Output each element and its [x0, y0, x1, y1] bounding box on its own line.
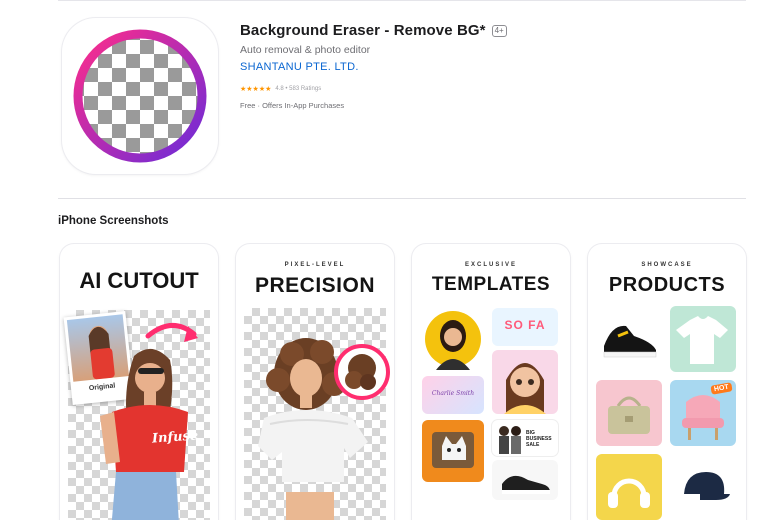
age-rating-badge: 4+	[491, 24, 507, 37]
product-tile-tshirt	[670, 306, 736, 372]
template-tile-sneaker	[492, 460, 558, 500]
screenshot-headline: PRODUCTS	[608, 274, 726, 296]
screenshot-kicker: EXCLUSIVE	[464, 262, 517, 268]
checkerboard-ring-icon	[73, 29, 207, 163]
app-subtitle: Auto removal & photo editor	[240, 44, 371, 56]
screenshot-headline: TEMPLATES	[431, 274, 551, 295]
template-tile-cat	[422, 420, 484, 482]
zoom-loupe	[334, 344, 390, 400]
shirt-text: Infuse	[151, 428, 199, 447]
section-divider	[58, 198, 746, 199]
product-tile-cap	[670, 454, 736, 520]
rating-row: ★★★★★ 4.8 • 583 Ratings	[240, 85, 507, 93]
screenshot-headline: PRECISION	[254, 274, 376, 297]
template-tile-business: BIG BUSINESS SALE	[492, 420, 558, 456]
screenshot-kicker: PIXEL-LEVEL	[284, 262, 346, 268]
screenshots-section-title: iPhone Screenshots	[58, 215, 169, 227]
template-label-card: Charlie Smith	[431, 390, 475, 397]
rating-stars-icon: ★★★★★	[240, 86, 272, 93]
screenshot-kicker: SHOWCASE	[641, 262, 693, 268]
template-tile-portrait	[422, 308, 484, 370]
template-tile-cartoon-girl	[492, 350, 558, 414]
template-tile-card: Charlie Smith	[422, 376, 484, 414]
product-tile-handbag	[596, 380, 662, 446]
screenshot-templates[interactable]: EXCLUSIVE TEMPLATES SO FA Charlie Smith	[412, 244, 570, 520]
price-text: Free · Offers In-App Purchases	[240, 101, 345, 110]
product-tile-headphones	[596, 454, 662, 520]
app-title: Background Eraser - Remove BG*	[240, 22, 486, 39]
app-store-page: Background Eraser - Remove BG* 4+ Auto r…	[0, 0, 780, 520]
template-label-sofa: SO FA	[504, 318, 546, 332]
app-info: Background Eraser - Remove BG* 4+ Auto r…	[240, 22, 507, 110]
product-tile-sneaker	[596, 306, 662, 372]
rating-text: 4.8 • 583 Ratings	[275, 86, 322, 92]
app-icon[interactable]	[62, 18, 218, 174]
screenshot-headline: AI CUTOUT	[79, 268, 199, 293]
developer-link[interactable]: SHANTANU PTE. LTD.	[240, 61, 359, 73]
template-label-business: BIG BUSINESS SALE	[526, 430, 552, 448]
screenshot-precision[interactable]: PIXEL-LEVEL PRECISION	[236, 244, 394, 520]
screenshot-ai-cutout[interactable]: AI CUTOUT Original Infuse	[60, 244, 218, 520]
product-tile-chair: HOT	[670, 380, 736, 446]
screenshot-products[interactable]: SHOWCASE PRODUCTS HOT	[588, 244, 746, 520]
top-divider	[58, 0, 746, 1]
template-tile-sofa: SO FA	[492, 308, 558, 346]
